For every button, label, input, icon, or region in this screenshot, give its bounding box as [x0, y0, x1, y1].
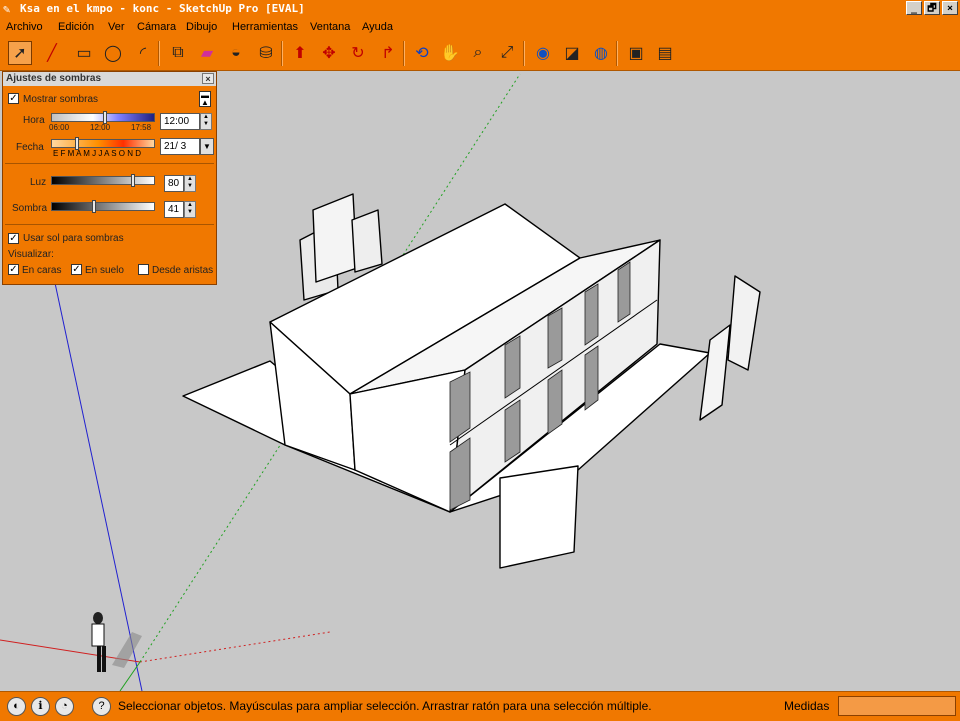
expand-panel-icon[interactable]: ▬ ▲ — [199, 91, 211, 107]
show-shadows-label: Mostrar sombras — [23, 94, 99, 105]
question-icon[interactable]: ? — [92, 697, 111, 716]
menu-bar: Archivo Edición Ver Cámara Dibujo Herram… — [0, 18, 960, 37]
use-sun-checkbox[interactable]: ✓ — [8, 233, 19, 244]
rotate-icon[interactable]: ↻ — [346, 41, 370, 65]
circle-icon[interactable]: ◯ — [101, 41, 125, 65]
on-ground-checkbox[interactable]: ✓ — [71, 264, 82, 275]
title-bar: ✎ Ksa en el kmpo - konc - SketchUp Pro [… — [0, 0, 960, 18]
person-figure — [91, 612, 142, 672]
house-model — [182, 193, 761, 569]
share-component-icon[interactable]: ▤ — [653, 41, 677, 65]
dark-slider-thumb[interactable] — [92, 200, 96, 213]
arc-icon[interactable]: ◜ — [131, 41, 155, 65]
time-tick-start: 06:00 — [49, 123, 70, 132]
share-model-icon[interactable]: ◪ — [560, 41, 584, 65]
menu-ver[interactable]: Ver — [108, 21, 125, 33]
dark-slider[interactable] — [51, 202, 155, 211]
component-icon[interactable]: ▣ — [624, 41, 648, 65]
time-spinner[interactable]: ▲ ▼ — [200, 113, 212, 130]
time-tick-mid: 12:00 — [90, 123, 111, 132]
close-button[interactable]: × — [942, 1, 958, 15]
red-axis-dotted — [139, 631, 331, 663]
dark-input[interactable]: 41 — [164, 201, 184, 218]
light-slider[interactable] — [51, 176, 155, 185]
menu-edicion[interactable]: Edición — [58, 21, 94, 33]
restore-button[interactable]: 🗗 — [924, 1, 940, 15]
on-ground-label: En suelo — [85, 265, 124, 276]
from-edges-label: Desde aristas — [152, 265, 214, 276]
shadow-settings-panel: Ajustes de sombras × ✓ Mostrar sombras ▬… — [2, 71, 217, 285]
show-shadows-checkbox[interactable]: ✓ — [8, 93, 19, 104]
panel-title: Ajustes de sombras — [6, 73, 102, 84]
geo-location-icon[interactable]: ◐ — [7, 697, 26, 716]
menu-camara[interactable]: Cámara — [137, 21, 176, 33]
light-slider-thumb[interactable] — [131, 174, 135, 187]
measurements-input[interactable] — [838, 696, 956, 716]
select-icon[interactable]: ➚ — [8, 41, 32, 65]
pencil-icon[interactable]: ╱ — [40, 41, 64, 65]
eraser-icon[interactable]: ▰ — [195, 41, 219, 65]
light-input[interactable]: 80 — [164, 175, 184, 192]
move-icon[interactable]: ✥ — [317, 41, 341, 65]
panel-title-bar[interactable]: Ajustes de sombras × — [3, 72, 216, 86]
credits-icon[interactable]: ℹ — [31, 697, 50, 716]
help-icon[interactable]: ◔ — [55, 697, 74, 716]
make-component-icon[interactable]: ⧉ — [166, 41, 190, 65]
on-faces-checkbox[interactable]: ✓ — [8, 264, 19, 275]
menu-herramientas[interactable]: Herramientas — [232, 21, 298, 33]
date-slider[interactable] — [51, 139, 155, 148]
get-models-icon[interactable]: ◉ — [531, 41, 555, 65]
date-input[interactable]: 21/ 3 — [160, 138, 200, 155]
rectangle-icon[interactable]: ▭ — [72, 41, 96, 65]
pan-icon[interactable]: ✋ — [438, 41, 462, 65]
zoom-icon[interactable]: ⌕ — [466, 41, 490, 65]
months-ticks: E F M A M J J A S O N D — [53, 149, 142, 158]
panel-close-button[interactable]: × — [202, 73, 214, 84]
google-earth-icon[interactable]: ◍ — [589, 41, 613, 65]
on-faces-label: En caras — [22, 265, 62, 276]
time-tick-end: 17:58 — [131, 123, 152, 132]
zoom-extents-icon[interactable]: ⤢ — [495, 41, 519, 65]
status-bar: ◐ ℹ ◔ ? Seleccionar objetos. Mayúsculas … — [0, 691, 960, 721]
from-edges-checkbox[interactable] — [138, 264, 149, 275]
use-sun-label: Usar sol para sombras — [23, 233, 124, 244]
status-text: Seleccionar objetos. Mayúsculas para amp… — [118, 699, 652, 713]
minimize-button[interactable]: _ — [906, 1, 922, 15]
hora-label: Hora — [23, 115, 45, 126]
menu-archivo[interactable]: Archivo — [6, 21, 43, 33]
light-spinner[interactable]: ▲ ▼ — [184, 175, 196, 192]
luz-label: Luz — [30, 177, 47, 188]
fecha-label: Fecha — [16, 142, 44, 153]
menu-ventana[interactable]: Ventana — [310, 21, 350, 33]
dark-spinner[interactable]: ▲ ▼ — [184, 201, 196, 218]
date-dropdown-icon[interactable]: ▼ — [200, 138, 214, 155]
push-pull-icon[interactable]: ⬆ — [288, 41, 312, 65]
tape-measure-icon[interactable]: ◒ — [224, 41, 248, 65]
main-toolbar: ➚ ╱ ▭ ◯ ◜ ⧉ ▰ ◒ ⛁ ⬆ ✥ ↻ ↱ ⟲ ✋ ⌕ ⤢ ◉ ◪ ◍ … — [0, 37, 960, 71]
measurements-label: Medidas — [784, 699, 830, 713]
orbit-icon[interactable]: ⟲ — [410, 41, 434, 65]
menu-ayuda[interactable]: Ayuda — [362, 21, 393, 33]
visualize-label: Visualizar: — [8, 249, 54, 260]
sketchup-app-icon[interactable]: ✎ — [3, 2, 10, 16]
menu-dibujo[interactable]: Dibujo — [186, 21, 217, 33]
paint-bucket-icon[interactable]: ⛁ — [254, 41, 278, 65]
sombra-label: Sombra — [12, 203, 48, 214]
time-input[interactable]: 12:00 — [160, 113, 200, 130]
window-title: Ksa en el kmpo - konc - SketchUp Pro [EV… — [20, 2, 305, 15]
follow-me-icon[interactable]: ↱ — [376, 41, 400, 65]
